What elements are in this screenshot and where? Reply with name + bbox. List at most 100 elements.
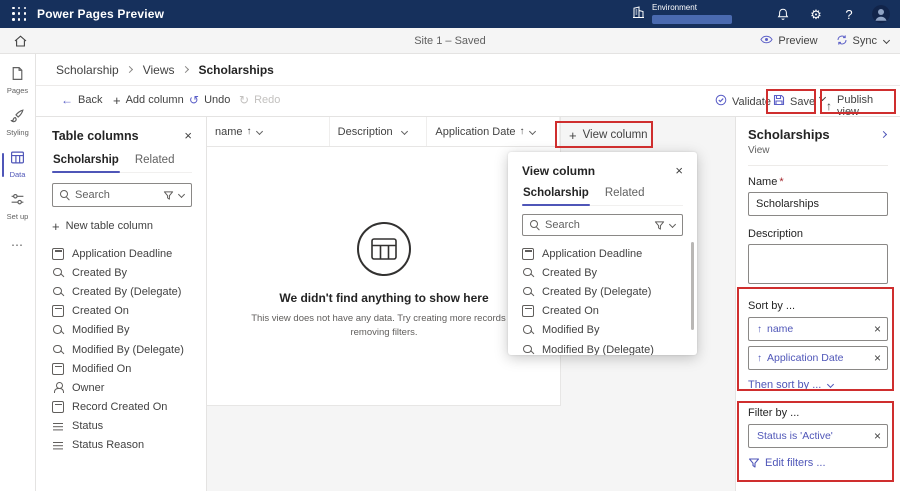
- sort-rule-chip[interactable]: ↑ name ×: [748, 317, 888, 341]
- column-list-item[interactable]: Created By (Delegate): [52, 282, 192, 301]
- then-sort-chevron-icon: [826, 381, 834, 389]
- column-list-item[interactable]: Modified By: [52, 321, 192, 340]
- notifications-bell-icon[interactable]: [773, 4, 793, 24]
- calendar-icon: [522, 247, 534, 260]
- column-list-item[interactable]: Modified On: [52, 359, 192, 378]
- environment-name-redacted: [652, 15, 732, 24]
- columns-search-input[interactable]: [75, 189, 158, 201]
- status-icon: [52, 420, 64, 432]
- then-sort-by-button[interactable]: Then sort by ...: [748, 379, 888, 391]
- popup-filter-button[interactable]: [654, 220, 676, 231]
- rail-more-icon[interactable]: ⋯: [11, 238, 24, 252]
- grid-column-header[interactable]: Description: [330, 117, 428, 146]
- close-popup-icon[interactable]: ×: [675, 164, 683, 177]
- column-list-item[interactable]: Record Created On: [52, 398, 192, 417]
- redo-button[interactable]: ↻ Redo: [232, 89, 287, 111]
- column-list-item[interactable]: Created By: [522, 263, 683, 282]
- styling-brush-icon: [10, 108, 25, 126]
- remove-sort-icon[interactable]: ×: [874, 352, 881, 364]
- column-list-item[interactable]: Created By: [52, 263, 192, 282]
- collapse-panel-chevron-icon[interactable]: [880, 131, 888, 139]
- user-avatar[interactable]: [872, 5, 890, 23]
- sort-by-section-label: Sort by ...: [748, 300, 796, 312]
- grid-column-header[interactable]: name ↑: [207, 117, 330, 146]
- sort-ascending-icon: ↑: [757, 352, 762, 364]
- column-list-item[interactable]: Application Deadline: [522, 244, 683, 263]
- empty-state-subtext: This view does not have any data. Try cr…: [251, 313, 517, 338]
- column-list-item[interactable]: Status Reason: [52, 436, 192, 455]
- rail-item-data[interactable]: Data: [0, 146, 36, 184]
- column-list-item[interactable]: Created On: [52, 302, 192, 321]
- left-nav-rail: Pages Styling Data Set up ⋯: [0, 54, 36, 491]
- edit-filters-button[interactable]: Edit filters ...: [748, 457, 888, 469]
- back-button[interactable]: ← Back: [54, 89, 109, 111]
- popup-columns-list: Application Deadline Created By Created …: [522, 244, 683, 355]
- funnel-icon: [748, 458, 760, 468]
- rail-item-styling[interactable]: Styling: [0, 104, 36, 142]
- waffle-menu-icon[interactable]: [12, 6, 27, 22]
- rail-item-pages[interactable]: Pages: [0, 62, 36, 100]
- new-table-column-button[interactable]: + New table column: [52, 220, 192, 233]
- sort-rule-chip[interactable]: ↑ Application Date ×: [748, 346, 888, 370]
- breadcrumb-item-views[interactable]: Views: [143, 63, 175, 77]
- breadcrumb-separator-icon: [183, 66, 191, 74]
- remove-sort-icon[interactable]: ×: [874, 323, 881, 335]
- table-columns-list: Application Deadline Created By Created …: [52, 244, 192, 455]
- preview-button[interactable]: Preview: [760, 35, 818, 47]
- site-status-bar: Site 1 – Saved Preview Sync: [0, 28, 900, 54]
- column-list-item[interactable]: Status: [52, 417, 192, 436]
- breadcrumb-item-table[interactable]: Scholarship: [56, 63, 119, 77]
- popup-tab-scholarship[interactable]: Scholarship: [522, 184, 590, 206]
- search-icon: [60, 190, 70, 200]
- view-name-input[interactable]: [748, 192, 888, 216]
- popup-scrollbar[interactable]: [691, 242, 694, 330]
- lookup-icon: [52, 267, 64, 279]
- redo-icon: ↻: [239, 92, 250, 107]
- view-description-textarea[interactable]: [748, 244, 888, 284]
- column-list-item[interactable]: Created On: [522, 302, 683, 321]
- environment-icon: [632, 6, 645, 22]
- sort-ascending-icon: ↑: [757, 323, 762, 335]
- filter-chevron-icon: [668, 221, 676, 229]
- breadcrumb-separator-icon: [127, 66, 135, 74]
- view-column-button[interactable]: + View column: [559, 123, 658, 147]
- rail-item-set-up[interactable]: Set up: [0, 188, 36, 226]
- tab-related[interactable]: Related: [134, 151, 176, 172]
- back-arrow-icon: ←: [61, 92, 73, 107]
- columns-filter-button[interactable]: [163, 190, 185, 201]
- save-button[interactable]: Save: [769, 89, 819, 114]
- popup-search-input[interactable]: [545, 219, 649, 231]
- column-list-item[interactable]: Owner: [52, 378, 192, 397]
- column-list-item[interactable]: Modified By (Delegate): [52, 340, 192, 359]
- close-panel-icon[interactable]: ×: [184, 129, 192, 142]
- funnel-icon: [654, 220, 665, 230]
- filter-rules-list: Status is 'Active' ×: [748, 424, 888, 448]
- table-columns-panel: Table columns × Scholarship Related + Ne…: [36, 117, 207, 491]
- lookup-icon: [522, 324, 534, 336]
- environment-picker[interactable]: Environment: [632, 4, 732, 24]
- column-list-item[interactable]: Modified By (Delegate): [522, 340, 683, 355]
- command-toolbar: ← Back + Add column ↺ Undo ↻ Redo Valida…: [36, 86, 900, 118]
- calendar-icon: [52, 247, 64, 260]
- power-pages-maker-window: Power Pages Preview Environment ⚙ ? Site…: [0, 0, 900, 491]
- grid-column-header[interactable]: Application Date ↑: [427, 117, 560, 146]
- help-icon[interactable]: ?: [839, 4, 859, 24]
- divider: [748, 165, 888, 166]
- settings-gear-icon[interactable]: ⚙: [806, 4, 826, 24]
- column-list-item[interactable]: Application Deadline: [52, 244, 192, 263]
- add-column-button[interactable]: + Add column: [106, 89, 191, 111]
- popup-tab-related[interactable]: Related: [604, 184, 646, 205]
- validate-button[interactable]: Validate: [708, 89, 778, 114]
- column-list-item[interactable]: Created By (Delegate): [522, 282, 683, 301]
- top-app-bar: Power Pages Preview Environment ⚙ ?: [0, 0, 900, 28]
- columns-search-box: [52, 183, 192, 207]
- breadcrumb-item-current: Scholarships: [198, 62, 274, 77]
- remove-filter-icon[interactable]: ×: [874, 430, 881, 442]
- tab-scholarship[interactable]: Scholarship: [52, 151, 120, 173]
- set-up-icon: [10, 192, 25, 210]
- undo-button[interactable]: ↺ Undo: [182, 89, 237, 111]
- column-list-item[interactable]: Modified By: [522, 321, 683, 340]
- sync-button[interactable]: Sync: [836, 34, 890, 49]
- filter-rule-chip[interactable]: Status is 'Active' ×: [748, 424, 888, 448]
- description-field-label: Description: [748, 228, 804, 240]
